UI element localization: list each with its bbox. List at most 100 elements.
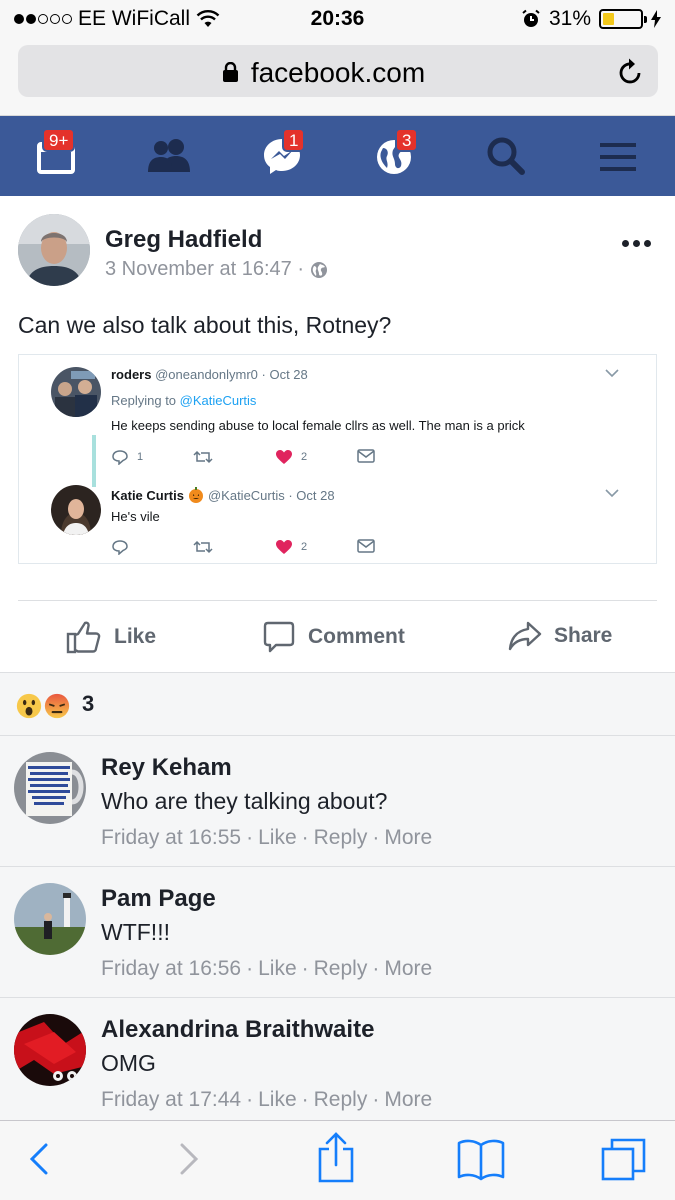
comment-reply-link[interactable]: Reply (314, 826, 368, 849)
reaction-count: 3 (82, 691, 95, 716)
share-button[interactable]: Share (508, 620, 612, 652)
angry-reaction-icon (42, 691, 72, 721)
commenter-avatar[interactable] (14, 752, 86, 824)
globe-badge: 3 (395, 128, 419, 152)
tweet1-reply: 1 (111, 449, 143, 465)
comment-like-link[interactable]: Like (258, 826, 297, 849)
envelope-icon (357, 449, 375, 463)
hamburger-menu-icon (600, 143, 636, 171)
address-bar[interactable]: facebook.com (18, 45, 658, 97)
comment-meta: Friday at 16:55 · Like · Reply · More (101, 826, 433, 849)
commenter-name[interactable]: Pam Page (101, 885, 216, 913)
tweet1-name: roders (111, 367, 152, 382)
post-options-icon[interactable] (622, 240, 651, 247)
comment-like-link[interactable]: Like (258, 1088, 297, 1111)
friends-icon (148, 139, 190, 172)
tweet1-replying-prefix: Replying to (111, 393, 180, 408)
tweet1-text: He keeps sending abuse to local female c… (111, 418, 525, 433)
share-label: Share (554, 624, 613, 647)
messenger-tab[interactable]: 1 (262, 128, 312, 178)
alarm-icon (522, 9, 540, 27)
globe-tab[interactable]: 3 (375, 128, 425, 178)
tweet2-header: Katie Curtis @KatieCurtis · Oct 28 (111, 487, 335, 503)
comment-like-link[interactable]: Like (258, 957, 297, 980)
post-timestamp[interactable]: 3 November at 16:47 · (105, 258, 304, 281)
notifications-badge: 9+ (42, 128, 76, 152)
comment-more-link[interactable]: More (384, 1088, 432, 1111)
comment-text: OMG (101, 1050, 156, 1076)
tweet2-like-count: 2 (301, 541, 308, 553)
commenter-avatar[interactable] (14, 883, 86, 955)
forward-arrow-icon[interactable] (172, 1137, 202, 1181)
search-icon (487, 137, 525, 175)
tweet1-reply-count: 1 (137, 451, 144, 463)
reload-icon[interactable] (618, 57, 644, 85)
comment-reply-link[interactable]: Reply (314, 1088, 368, 1111)
commenter-avatar[interactable] (14, 1014, 86, 1086)
reply-icon (112, 540, 128, 555)
comment: Alexandrina Braithwaite OMG Friday at 17… (0, 998, 675, 1129)
author-name[interactable]: Greg Hadfield (105, 226, 262, 254)
tweet2-dm (357, 539, 375, 553)
embedded-tweet-image[interactable]: roders @oneandonlymr0 · Oct 28 Replying … (18, 354, 657, 564)
comment-label: Comment (308, 625, 405, 648)
search-tab[interactable] (486, 134, 536, 178)
like-label: Like (114, 625, 157, 648)
tweet2-chevron-down-icon (605, 485, 619, 501)
comment-more-link[interactable]: More (384, 826, 432, 849)
thumbs-up-icon (66, 621, 101, 654)
notifications-tab[interactable]: 9+ (36, 128, 86, 178)
globe-privacy-icon (311, 261, 327, 278)
tweet1-dm (357, 449, 375, 463)
comment-time: Friday at 16:56 (101, 957, 242, 980)
comment: Pam Page WTF!!! Friday at 16:56 · Like · Rep… (0, 867, 675, 998)
tweet2-retweet (193, 539, 213, 555)
back-arrow-icon[interactable] (26, 1137, 56, 1181)
author-avatar[interactable] (18, 214, 90, 286)
heart-icon (276, 540, 292, 554)
tweet2-handle: @KatieCurtis · Oct 28 (207, 487, 335, 503)
tweet2-reply (111, 539, 129, 555)
charging-bolt-icon (651, 10, 661, 28)
facebook-nav-bar: 9+ 1 3 (0, 116, 675, 196)
retweet-icon (193, 540, 213, 554)
tweet1-replying: Replying to @KatieCurtis (111, 393, 256, 408)
commenter-name[interactable]: Alexandrina Braithwaite (101, 1016, 374, 1044)
bookmarks-icon[interactable] (456, 1137, 506, 1181)
comment-text: WTF!!! (101, 919, 170, 945)
comment-meta: Friday at 16:56 · Like · Reply · More (101, 957, 433, 980)
reactions-summary[interactable]: 3 (0, 672, 675, 736)
comment-more-link[interactable]: More (384, 957, 432, 980)
tabs-icon[interactable] (600, 1137, 648, 1183)
comment-time: Friday at 16:55 (101, 826, 242, 849)
browser-chrome: facebook.com (0, 38, 675, 116)
heart-icon (276, 450, 292, 464)
url-text: facebook.com (250, 57, 426, 88)
tweet1-replying-to: @KatieCurtis (179, 393, 257, 408)
like-button[interactable]: Like (66, 620, 156, 654)
tweet1-handle: @oneandonlymr0 · Oct 28 (155, 367, 308, 382)
friends-tab[interactable] (146, 134, 196, 178)
status-bar: EE WiFiCall 20:36 31% (0, 0, 675, 38)
tweet1-header: roders @oneandonlymr0 · Oct 28 (111, 367, 308, 382)
pumpkin-icon (188, 487, 203, 503)
tweet1-retweet (193, 449, 213, 465)
tweet-avatar-roders (51, 367, 101, 417)
battery-fill (603, 13, 615, 25)
thread-connector (92, 435, 96, 487)
commenter-name[interactable]: Rey Keham (101, 754, 232, 782)
comment-reply-link[interactable]: Reply (314, 957, 368, 980)
menu-tab[interactable] (598, 134, 648, 178)
comment-button[interactable]: Comment (262, 620, 405, 654)
battery-icon (599, 9, 647, 29)
comment-time: Friday at 17:44 (101, 1088, 242, 1111)
share-icon[interactable] (316, 1131, 356, 1183)
retweet-icon (193, 450, 213, 464)
tweet2-like: 2 (275, 539, 307, 555)
comment-meta: Friday at 17:44 · Like · Reply · More (101, 1088, 433, 1111)
comment: Rey Keham Who are they talking about? Fr… (0, 736, 675, 867)
comment-icon (263, 621, 295, 653)
battery-percent: 31% (548, 7, 591, 30)
post-meta: 3 November at 16:47 · (105, 258, 328, 281)
tweet-avatar-katie (51, 485, 101, 535)
